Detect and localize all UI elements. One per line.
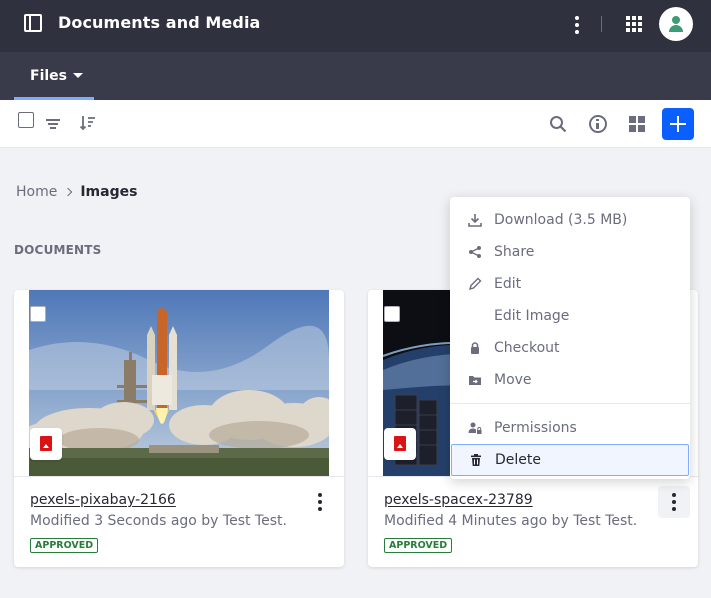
pencil-icon bbox=[468, 277, 482, 291]
user-avatar[interactable] bbox=[659, 7, 693, 41]
menu-item-label: Permissions bbox=[494, 420, 577, 436]
card-checkbox[interactable] bbox=[384, 306, 400, 322]
header-kebab-icon[interactable] bbox=[570, 14, 584, 36]
share-icon bbox=[469, 246, 481, 258]
download-icon bbox=[468, 214, 482, 227]
sort-icon[interactable] bbox=[80, 115, 96, 131]
caret-down-icon bbox=[73, 73, 83, 78]
top-header: Documents and Media bbox=[0, 0, 711, 52]
breadcrumb: Home Images bbox=[16, 184, 137, 200]
card-meta: Modified 4 Minutes ago by Test Test. bbox=[384, 513, 638, 529]
page-title: Documents and Media bbox=[58, 13, 261, 32]
actions-dropdown-menu: Download (3.5 MB) Share Edit Edit Image … bbox=[450, 197, 690, 479]
grid-view-icon[interactable] bbox=[629, 116, 645, 132]
menu-item-label: Edit bbox=[494, 276, 522, 292]
menu-item-label: Share bbox=[494, 244, 535, 260]
sidebar-toggle-icon[interactable] bbox=[24, 14, 42, 32]
shuttle-launch-image bbox=[29, 290, 329, 476]
document-thumbnail[interactable] bbox=[29, 290, 329, 476]
menu-item-permissions[interactable]: Permissions bbox=[450, 412, 690, 444]
menu-item-label: Move bbox=[494, 372, 532, 388]
menu-item-label: Download (3.5 MB) bbox=[494, 212, 628, 228]
menu-item-delete[interactable]: Delete bbox=[451, 444, 689, 476]
add-button[interactable] bbox=[662, 108, 694, 140]
menu-item-label: Checkout bbox=[494, 340, 560, 356]
menu-item-move[interactable]: Move bbox=[450, 364, 690, 396]
select-all-checkbox[interactable] bbox=[18, 112, 34, 128]
filter-icon[interactable] bbox=[46, 119, 60, 131]
status-badge: APPROVED bbox=[384, 538, 453, 553]
management-toolbar bbox=[0, 100, 711, 148]
card-title[interactable]: pexels-spacex-23789 bbox=[384, 492, 533, 508]
menu-item-checkout[interactable]: Checkout bbox=[450, 332, 690, 364]
card-checkbox[interactable] bbox=[30, 306, 46, 322]
menu-item-edit[interactable]: Edit bbox=[450, 268, 690, 300]
image-file-icon bbox=[30, 428, 62, 460]
chevron-right-icon bbox=[64, 187, 73, 197]
card-meta: Modified 3 Seconds ago by Test Test. bbox=[30, 513, 287, 529]
menu-divider bbox=[450, 403, 690, 404]
tab-files-label: Files bbox=[30, 68, 67, 84]
card-actions-kebab-icon[interactable] bbox=[658, 486, 690, 518]
card-divider bbox=[14, 476, 344, 477]
breadcrumb-current: Images bbox=[80, 184, 138, 200]
section-title: DOCUMENTS bbox=[14, 243, 102, 257]
image-file-icon bbox=[384, 428, 416, 460]
move-folder-icon bbox=[469, 376, 481, 385]
search-icon[interactable] bbox=[549, 115, 567, 133]
nav-bar: Files bbox=[0, 52, 711, 100]
document-card[interactable]: pexels-pixabay-2166 Modified 3 Seconds a… bbox=[14, 290, 344, 567]
card-title[interactable]: pexels-pixabay-2166 bbox=[30, 492, 176, 508]
menu-item-label: Edit Image bbox=[494, 308, 570, 324]
menu-item-download[interactable]: Download (3.5 MB) bbox=[450, 204, 690, 236]
apps-icon[interactable] bbox=[626, 16, 642, 32]
tab-files[interactable]: Files bbox=[14, 52, 94, 100]
trash-icon bbox=[471, 454, 481, 466]
lock-icon bbox=[471, 342, 479, 354]
breadcrumb-home[interactable]: Home bbox=[16, 184, 57, 200]
menu-item-edit-image[interactable]: Edit Image bbox=[450, 300, 690, 332]
status-badge: APPROVED bbox=[30, 538, 99, 553]
card-actions-kebab-icon[interactable] bbox=[304, 486, 336, 518]
info-icon[interactable] bbox=[589, 115, 607, 133]
menu-item-share[interactable]: Share bbox=[450, 236, 690, 268]
menu-item-label: Delete bbox=[495, 452, 541, 468]
permissions-icon bbox=[468, 422, 482, 434]
header-divider bbox=[601, 16, 602, 32]
